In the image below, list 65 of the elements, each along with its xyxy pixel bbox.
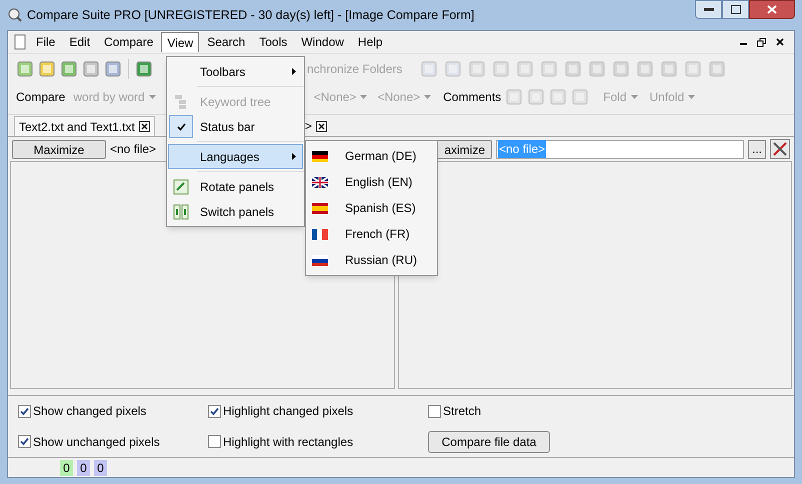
option-checkbox[interactable]: Show unchanged pixels — [18, 432, 208, 451]
toolbar-label: Compare — [16, 89, 66, 106]
submenu-arrow-icon — [292, 153, 296, 160]
maximize-button[interactable]: Maximize — [12, 140, 106, 158]
status-count: 0 — [94, 460, 107, 476]
close-icon[interactable] — [316, 120, 327, 132]
checkmark-icon — [176, 122, 186, 130]
tab-label: > — [304, 118, 312, 135]
menu-item[interactable]: Russian (RU) — [306, 247, 437, 273]
close-button[interactable] — [749, 0, 795, 19]
option-checkbox[interactable]: Show changed pixels — [18, 402, 208, 420]
option-checkbox[interactable]: Highlight changed pixels — [208, 402, 428, 420]
browse-button[interactable]: ... — [748, 140, 766, 158]
tab-label: Text2.txt and Text1.txt — [19, 118, 135, 136]
app-icon — [7, 7, 23, 23]
menu-item[interactable]: File — [30, 32, 62, 52]
menu-item[interactable]: Toolbars — [168, 59, 303, 84]
menu-item[interactable]: Search — [201, 32, 252, 52]
maximize-button[interactable] — [722, 0, 749, 19]
close-icon[interactable] — [776, 38, 784, 46]
file-path: <no file> — [110, 141, 156, 158]
menu-item[interactable]: Status bar — [168, 114, 303, 139]
submenu-arrow-icon — [292, 68, 296, 75]
flag-icon — [312, 254, 328, 266]
caret-icon — [630, 95, 638, 99]
menu-item[interactable]: Tools — [253, 32, 294, 52]
close-icon[interactable] — [138, 121, 150, 132]
status-count: 0 — [60, 460, 73, 476]
document-icon — [12, 34, 28, 50]
menu-item[interactable]: English (EN) — [306, 169, 437, 195]
menu-item[interactable]: Switch panels — [168, 199, 303, 224]
flag-icon — [312, 228, 328, 240]
menu-item[interactable]: Rotate panels — [168, 174, 303, 199]
tools-icon[interactable] — [770, 139, 790, 159]
menu-item[interactable]: Compare — [98, 32, 160, 52]
menu-item[interactable]: Spanish (ES) — [306, 195, 437, 221]
menu-item[interactable]: Help — [352, 32, 389, 52]
checkmark-icon — [20, 437, 29, 446]
caret-icon — [148, 95, 156, 99]
caret-icon — [360, 95, 368, 99]
flag-icon — [312, 202, 328, 214]
compare-file-data-button[interactable]: Compare file data — [428, 430, 550, 453]
flag-icon — [312, 176, 328, 188]
menu-item[interactable]: Languages — [168, 144, 303, 169]
flag-icon — [312, 150, 328, 162]
switch-icon — [173, 204, 189, 220]
caret-icon — [688, 95, 696, 99]
maximize-icon — [730, 5, 740, 14]
option-checkbox[interactable]: Stretch — [428, 402, 784, 420]
checkmark-icon — [210, 406, 219, 416]
option-checkbox[interactable]: Highlight with rectangles — [208, 432, 428, 451]
menu-item[interactable]: Edit — [63, 32, 96, 52]
menu-item[interactable]: French (FR) — [306, 221, 437, 247]
menu-item[interactable]: View — [161, 32, 200, 52]
document-tab[interactable]: Text2.txt and Text1.txt — [14, 116, 155, 136]
window-title: Compare Suite PRO [UNREGISTERED - 30 day(s) left] - [Image Compare Form] — [27, 6, 474, 24]
minimize-icon — [704, 8, 714, 11]
restore-icon[interactable] — [757, 38, 766, 46]
caret-icon — [424, 95, 432, 99]
toolbar-label: Comments — [443, 89, 502, 106]
minimize-button[interactable] — [695, 0, 722, 19]
close-icon — [767, 5, 777, 14]
status-count: 0 — [77, 460, 90, 476]
checkmark-icon — [20, 406, 29, 416]
menu-item[interactable]: Window — [295, 32, 350, 52]
